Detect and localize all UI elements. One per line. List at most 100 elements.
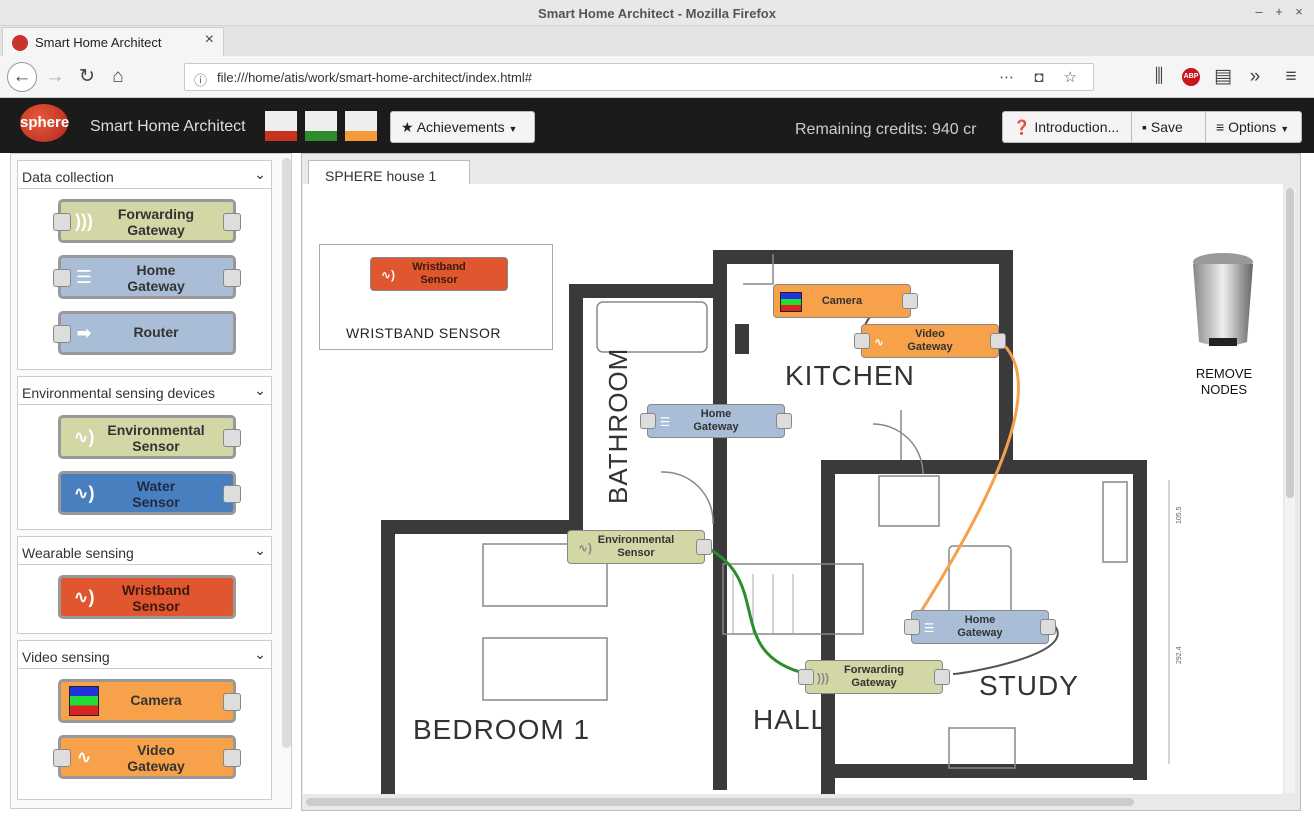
room-bedroom: BEDROOM 1 <box>413 714 591 745</box>
node-environmental-sensor[interactable]: ∿) Environmental Sensor <box>567 530 712 564</box>
output-port[interactable] <box>223 749 241 767</box>
palette-video-gateway[interactable]: ∿ Video Gateway <box>53 735 241 779</box>
section-header[interactable]: Data collection ⌄ <box>18 161 271 189</box>
section-title: Environmental sensing devices <box>22 385 215 401</box>
remove-label-line2: NODES <box>1200 382 1248 397</box>
palette-camera[interactable]: Camera <box>58 679 241 723</box>
palette-forwarding-gateway[interactable]: ))) Forwarding Gateway <box>53 199 241 243</box>
palette-router[interactable]: ➡ Router <box>53 311 236 355</box>
section-video-sensing: Video sensing ⌄ Camera ∿ Video Gateway <box>17 640 272 800</box>
section-header[interactable]: Environmental sensing devices ⌄ <box>18 377 271 405</box>
maximize-icon[interactable]: + <box>1272 4 1286 19</box>
node-home-gateway-2[interactable]: ☰ Home Gateway <box>904 610 1056 644</box>
legend-box: ∿) Wristband Sensor WRISTBAND SENSOR <box>319 244 553 350</box>
node-label: Forwarding <box>117 206 195 222</box>
output-port[interactable] <box>934 669 950 685</box>
palette-environmental-sensor[interactable]: ∿) Environmental Sensor <box>58 415 241 459</box>
url-text[interactable]: file:///home/atis/work/smart-home-archit… <box>217 70 532 85</box>
node-label: Environmental <box>107 422 205 438</box>
pulse-icon: ∿) <box>380 268 396 282</box>
tab-close-icon[interactable]: × <box>205 31 214 49</box>
palette-water-sensor[interactable]: ∿) Water Sensor <box>58 471 241 515</box>
menu-icon[interactable]: ≡ <box>1278 65 1304 91</box>
output-port[interactable] <box>776 413 792 429</box>
output-port[interactable] <box>223 269 241 287</box>
canvas-horizontal-scrollbar[interactable] <box>306 797 1296 807</box>
node-video-gateway[interactable]: ∿ Video Gateway <box>854 324 1006 358</box>
camera-icon <box>780 292 802 312</box>
forward-icon[interactable]: → <box>42 65 68 91</box>
sphere-favicon-icon <box>12 35 28 51</box>
red-swatch[interactable] <box>265 111 297 141</box>
node-label: Sensor <box>132 494 180 510</box>
dimension-label-1: 105.5 <box>1176 506 1183 524</box>
app-title: Smart Home Architect <box>90 118 246 135</box>
chevron-down-icon[interactable]: ⌄ <box>254 382 266 399</box>
canvas-vertical-scrollbar[interactable] <box>1285 188 1295 793</box>
chevron-down-icon[interactable]: ⌄ <box>254 646 266 663</box>
floorplan-canvas[interactable]: 105.5 292.4 ∿) Wristband Sensor WRISTBAN… <box>303 184 1283 794</box>
output-port[interactable] <box>223 693 241 711</box>
section-wearable-sensing: Wearable sensing ⌄ ∿) Wristband Sensor <box>17 536 272 634</box>
page-info-icon[interactable]: ⓘ <box>194 70 207 89</box>
save-button[interactable]: ▪ Save <box>1131 111 1206 143</box>
section-header[interactable]: Video sensing ⌄ <box>18 641 271 669</box>
palette-scrollbar[interactable] <box>282 158 291 748</box>
caret-down-icon: ▼ <box>1280 124 1290 134</box>
node-label: Home <box>136 262 176 278</box>
output-port[interactable] <box>696 539 712 555</box>
section-header[interactable]: Wearable sensing ⌄ <box>18 537 271 565</box>
node-camera[interactable]: Camera <box>773 284 918 318</box>
room-kitchen: KITCHEN <box>785 360 915 391</box>
browser-navbar: ← → ↻ ⌂ ⓘ file:///home/atis/work/smart-h… <box>0 56 1314 98</box>
pulse-icon: ∿) <box>73 587 95 607</box>
legend-label: WRISTBAND SENSOR <box>346 325 502 341</box>
question-icon: ❓ <box>1013 119 1031 135</box>
database-icon: ☰ <box>659 415 671 429</box>
options-button[interactable]: ≡ Options ▼ <box>1205 111 1302 143</box>
browser-tab[interactable]: Smart Home Architect × <box>2 27 224 56</box>
chevron-down-icon[interactable]: ⌄ <box>254 542 266 559</box>
overflow-icon[interactable]: » <box>1242 65 1268 91</box>
wave-icon: ∿ <box>873 335 885 349</box>
output-port[interactable] <box>902 293 918 309</box>
achievements-button[interactable]: ★ Achievements ▼ <box>390 111 535 143</box>
output-port[interactable] <box>223 213 241 231</box>
output-port[interactable] <box>223 485 241 503</box>
green-swatch[interactable] <box>305 111 337 141</box>
output-port[interactable] <box>990 333 1006 349</box>
palette-home-gateway[interactable]: ☰ Home Gateway <box>53 255 241 299</box>
section-title: Video sensing <box>22 649 110 665</box>
achievements-label: Achievements <box>416 119 505 135</box>
output-port[interactable] <box>223 429 241 447</box>
trash-bin-icon[interactable] <box>1185 250 1261 350</box>
node-home-gateway-1[interactable]: ☰ Home Gateway <box>640 404 792 438</box>
close-window-icon[interactable]: × <box>1292 4 1306 19</box>
node-label: Video <box>137 742 175 758</box>
reload-icon[interactable]: ↻ <box>74 65 100 91</box>
node-label: Sensor <box>132 598 180 614</box>
adblock-icon[interactable]: ABP <box>1182 68 1200 86</box>
minimize-icon[interactable]: – <box>1252 4 1266 19</box>
output-port[interactable] <box>1040 619 1056 635</box>
introduction-button[interactable]: ❓ Introduction... <box>1002 111 1132 143</box>
node-forwarding-gateway[interactable]: ))) Forwarding Gateway <box>798 660 950 694</box>
node-label: Gateway <box>127 758 185 774</box>
back-icon[interactable]: ← <box>7 62 37 92</box>
scroll-thumb[interactable] <box>306 798 1134 806</box>
list-icon: ≡ <box>1216 119 1225 135</box>
sidebar-toggle-icon[interactable]: ▤ <box>1210 65 1236 91</box>
url-bar[interactable]: ⓘ file:///home/atis/work/smart-home-arch… <box>184 63 1094 91</box>
star-icon: ★ <box>401 119 414 135</box>
library-icon[interactable]: ⫼ <box>1146 65 1172 91</box>
page-actions-icon[interactable]: ⋯ ◘ ☆ <box>999 68 1085 86</box>
orange-swatch[interactable] <box>345 111 377 141</box>
app-header: sphere Smart Home Architect ★ Achievemen… <box>0 98 1314 153</box>
chevron-down-icon[interactable]: ⌄ <box>254 166 266 183</box>
home-icon[interactable]: ⌂ <box>105 65 131 91</box>
dimension-label-2: 292.4 <box>1176 646 1183 664</box>
legend-wristband-node: ∿) Wristband Sensor <box>370 257 508 291</box>
scroll-thumb[interactable] <box>1286 188 1294 498</box>
sphere-logo: sphere <box>20 104 69 142</box>
palette-wristband-sensor[interactable]: ∿) Wristband Sensor <box>58 575 236 619</box>
